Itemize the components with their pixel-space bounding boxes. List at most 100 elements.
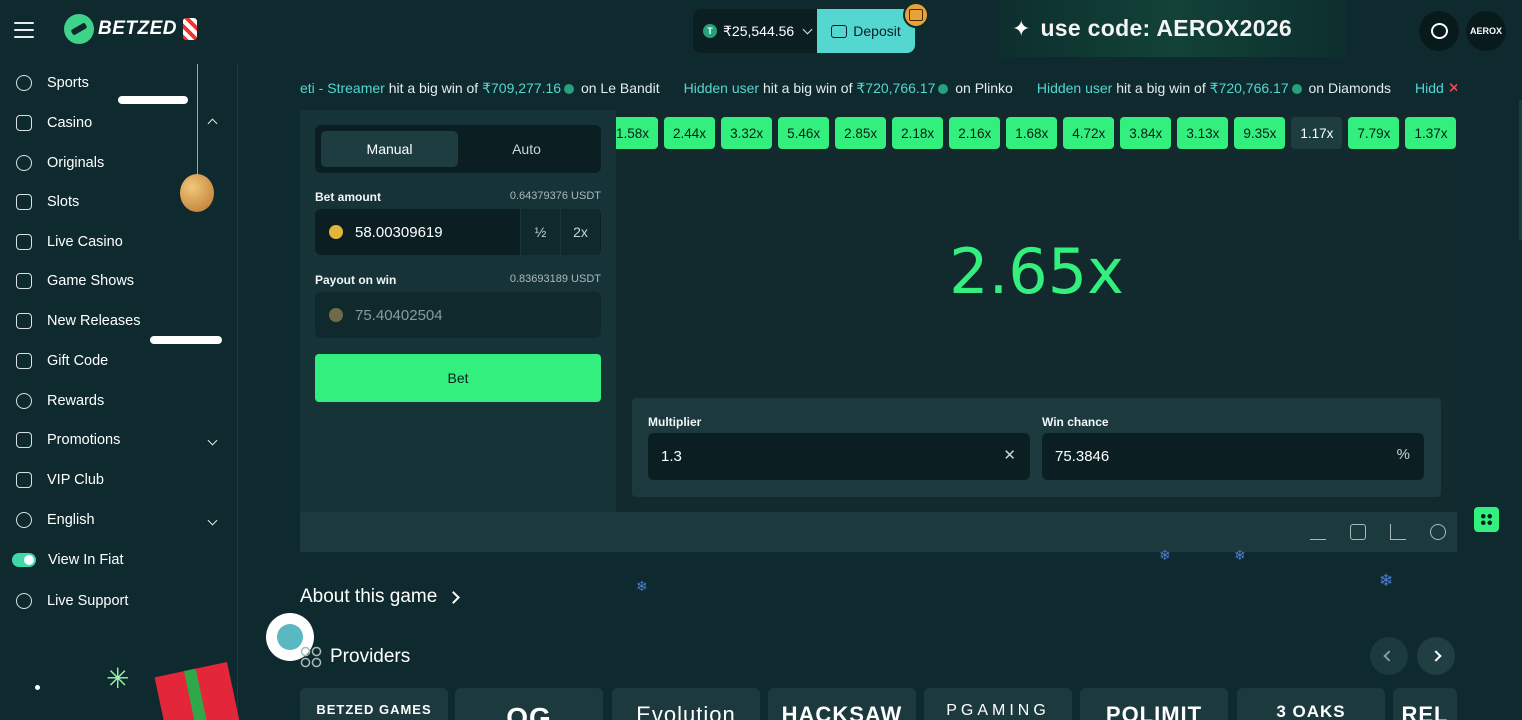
sidebar-item-label: Gift Code xyxy=(47,353,109,369)
sidebar-item-casino[interactable]: Casino xyxy=(0,104,238,142)
history-chip[interactable]: 3.13x xyxy=(1177,117,1229,149)
sidebar-item-label: Sports xyxy=(47,75,89,91)
coin-icon xyxy=(329,225,343,239)
promo-banner[interactable]: ✦ use code: AEROX2026 xyxy=(1000,0,1345,57)
providers-prev-button[interactable] xyxy=(1370,637,1408,675)
sidebar-item-label: Live Support xyxy=(47,593,129,609)
multiplier-input[interactable]: 1.3 ✕ xyxy=(648,433,1030,480)
provider-card-pgaming[interactable]: PGAMING xyxy=(924,688,1072,720)
providers-heading: Providers xyxy=(300,646,410,668)
provider-card-og[interactable]: OG xyxy=(455,688,603,720)
half-bet-button[interactable]: ½ xyxy=(520,209,560,255)
history-chip[interactable]: 2.16x xyxy=(949,117,1001,149)
sidebar-item-rewards[interactable]: Rewards xyxy=(0,382,238,420)
provider-name: POLIMIT xyxy=(1105,702,1203,720)
sidebar-item-gift-code[interactable]: Gift Code xyxy=(0,342,238,380)
history-chip[interactable]: 1.68x xyxy=(1006,117,1058,149)
double-bet-button[interactable]: 2x xyxy=(560,209,600,255)
sidebar-item-label: Promotions xyxy=(47,432,121,448)
sidebar-item-view-in-fiat[interactable]: View In Fiat xyxy=(0,541,238,579)
history-chip[interactable]: 3.32x xyxy=(721,117,773,149)
bet-amount-input[interactable]: 58.00309619 xyxy=(315,209,520,255)
provider-card-rel[interactable]: REL xyxy=(1393,688,1457,720)
sidebar-item-promotions[interactable]: Promotions xyxy=(0,421,238,459)
sidebar-item-label: Slots xyxy=(47,194,80,210)
crown-icon xyxy=(16,472,32,488)
menu-icon[interactable] xyxy=(14,22,34,38)
ticker-user[interactable]: eti - Streamer xyxy=(300,80,385,96)
ticker-game: on Le Bandit xyxy=(577,79,660,96)
provider-name: REL xyxy=(1401,702,1449,720)
history-chip[interactable]: 4.72x xyxy=(1063,117,1115,149)
history-chip[interactable]: 1.17x xyxy=(1291,117,1343,149)
logo[interactable]: BETZED xyxy=(64,14,197,44)
provider-card-polimit[interactable]: POLIMIT xyxy=(1080,688,1228,720)
big-win-ticker: eti - Streamer hit a big win of ₹709,277… xyxy=(300,72,1457,104)
providers-next-button[interactable] xyxy=(1417,637,1455,675)
ticker-user[interactable]: Hidden user xyxy=(684,80,760,96)
view-in-fiat-toggle[interactable] xyxy=(12,553,36,567)
ticker-amount: ₹709,277.16 xyxy=(482,79,562,96)
bet-amount-label: Bet amount xyxy=(315,190,381,204)
history-chip[interactable]: 2.18x xyxy=(892,117,944,149)
trend-icon[interactable] xyxy=(1310,524,1326,540)
provider-name: 3 OAKS xyxy=(1276,702,1346,720)
chat-button[interactable] xyxy=(1419,11,1459,51)
tab-manual[interactable]: Manual xyxy=(321,131,458,167)
provider-card-betzed-games[interactable]: BETZED GAMES xyxy=(300,688,448,720)
history-chip[interactable]: 9.35x xyxy=(1234,117,1286,149)
sidebar-item-live-support[interactable]: Live Support xyxy=(0,582,238,620)
provider-card-3-oaks[interactable]: 3 OAKS xyxy=(1237,688,1385,720)
close-icon[interactable]: ✕ xyxy=(1448,79,1457,97)
promo-text: use code: AEROX2026 xyxy=(1040,15,1292,41)
deposit-button[interactable]: Deposit xyxy=(817,9,915,53)
provider-card-evolution[interactable]: Evolution xyxy=(612,688,760,720)
history-chip[interactable]: 3.84x xyxy=(1120,117,1172,149)
originals-icon xyxy=(16,155,32,171)
ticker-user[interactable]: Hidden user xyxy=(1037,80,1113,96)
snowflake-icon: ❄ xyxy=(636,578,648,594)
history-chip[interactable]: 7.79x xyxy=(1348,117,1400,149)
provider-name: OG xyxy=(506,702,552,720)
star-decoration-icon: ✳ xyxy=(106,663,130,694)
chart-icon[interactable] xyxy=(1390,524,1406,540)
snow-decoration xyxy=(150,336,222,344)
bet-amount-field: 58.00309619 ½ 2x xyxy=(315,209,601,255)
history-chip[interactable]: 5.46x xyxy=(778,117,830,149)
provider-card-hacksaw[interactable]: HACKSAW xyxy=(768,688,916,720)
balance-selector[interactable]: T ₹25,544.56 xyxy=(693,9,817,53)
ticker-game: on Plinko xyxy=(951,79,1013,96)
logo-mark-icon xyxy=(64,14,94,44)
logo-text: BETZED xyxy=(98,18,177,39)
dice-icon[interactable] xyxy=(1474,507,1499,532)
mute-icon[interactable] xyxy=(1350,524,1366,540)
sidebar-item-language[interactable]: English xyxy=(0,501,238,539)
history-chip[interactable]: 2.85x xyxy=(835,117,887,149)
win-chance-input[interactable]: 75.3846 % xyxy=(1042,433,1424,480)
rewards-icon xyxy=(16,393,32,409)
sidebar-item-new-releases[interactable]: New Releases xyxy=(0,302,238,340)
history-chip[interactable]: 1.58x xyxy=(616,117,659,149)
clear-icon[interactable]: ✕ xyxy=(1003,446,1016,464)
multiplier-label: Multiplier xyxy=(648,415,702,429)
slots-icon xyxy=(16,194,32,210)
ticker-user[interactable]: Hidd xyxy=(1415,80,1444,96)
sidebar-item-vip-club[interactable]: VIP Club xyxy=(0,461,238,499)
history-chip[interactable]: 2.44x xyxy=(664,117,716,149)
history-chip[interactable]: 1.37x xyxy=(1405,117,1457,149)
candy-cane-icon xyxy=(183,18,197,40)
fairness-icon[interactable] xyxy=(1430,524,1446,540)
bet-button[interactable]: Bet xyxy=(315,354,601,402)
sidebar-item-live-casino[interactable]: Live Casino xyxy=(0,223,238,261)
about-this-game-link[interactable]: About this game xyxy=(300,586,461,608)
ticker-game: on Diamonds xyxy=(1304,79,1391,96)
globe-icon xyxy=(16,512,32,528)
sidebar-item-game-shows[interactable]: Game Shows xyxy=(0,262,238,300)
result-multiplier: 2.65x xyxy=(949,235,1124,308)
chevron-down-icon xyxy=(207,515,218,525)
sidebar-item-label: VIP Club xyxy=(47,472,104,488)
gift-icon[interactable] xyxy=(903,2,929,28)
provider-name: HACKSAW xyxy=(781,702,903,720)
avatar[interactable]: AEROX xyxy=(1466,11,1506,51)
tab-auto[interactable]: Auto xyxy=(458,131,595,167)
